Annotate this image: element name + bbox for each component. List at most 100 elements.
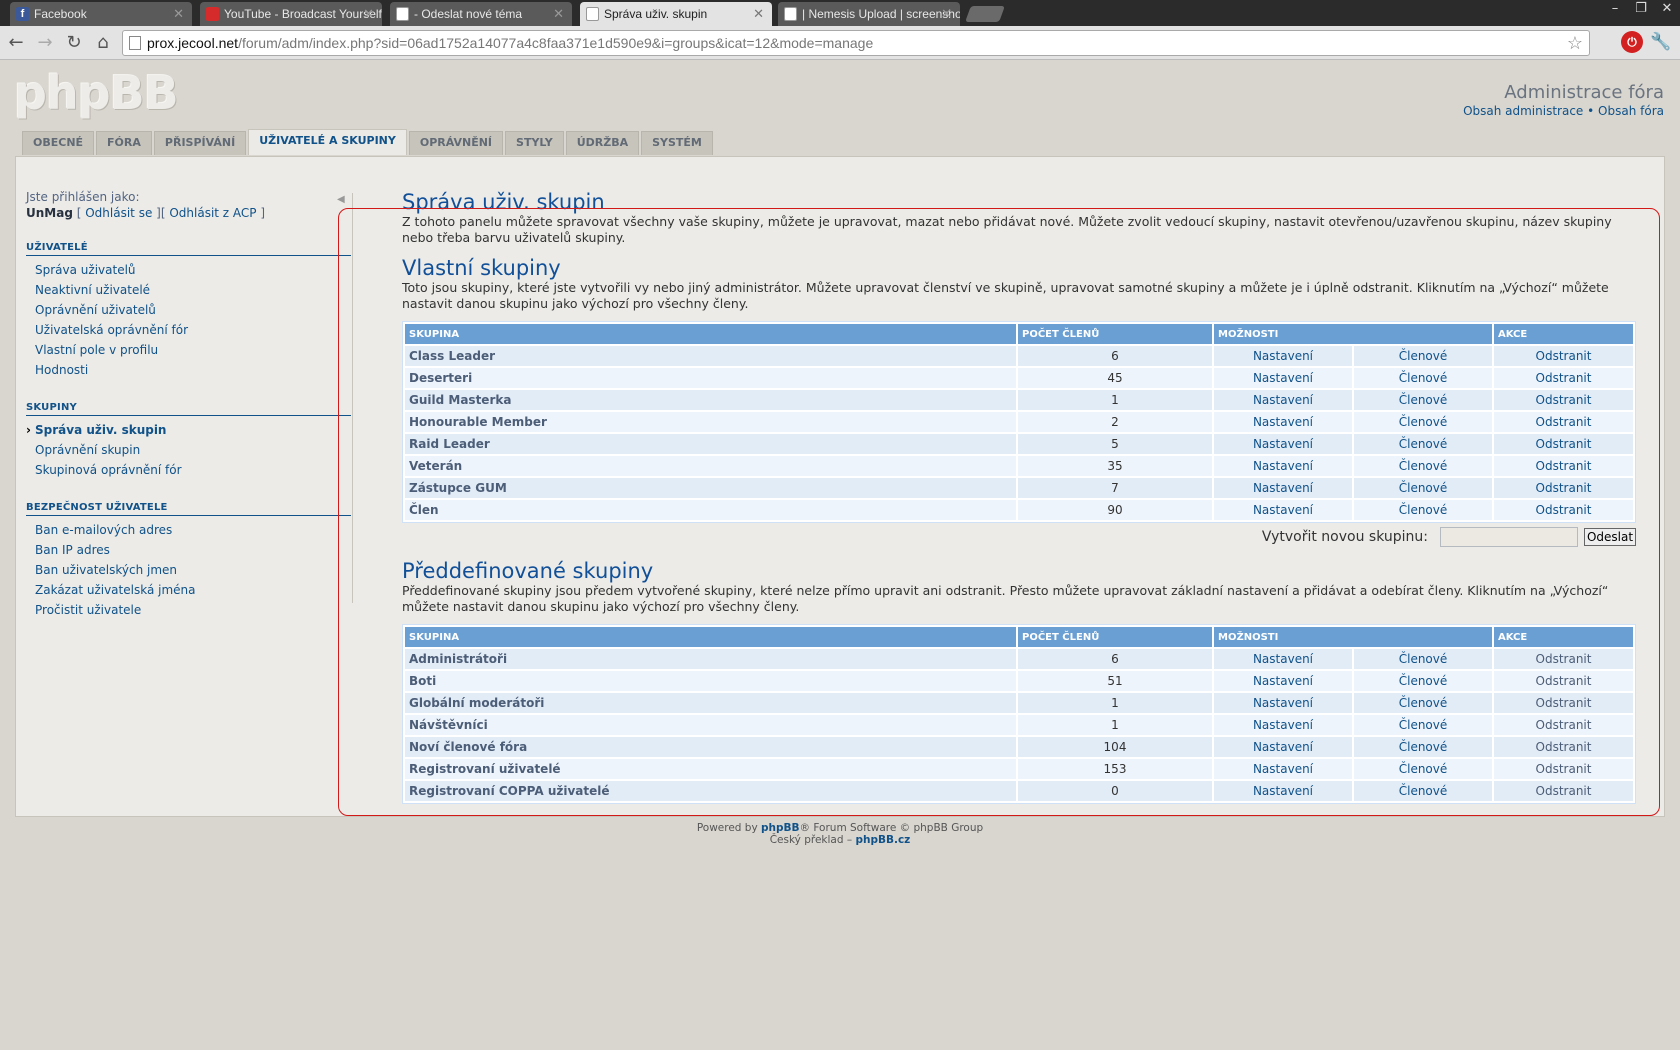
group-name[interactable]: Registrovaní COPPA uživatelé [405, 781, 1016, 801]
close-window-icon[interactable]: ✕ [1654, 0, 1680, 20]
members-link[interactable]: Členové [1354, 478, 1492, 498]
close-icon[interactable]: ✕ [753, 2, 764, 26]
group-name[interactable]: Class Leader [405, 346, 1016, 366]
tab-styles[interactable]: STYLY [505, 131, 564, 155]
phpbb-cz-link[interactable]: phpBB.cz [855, 834, 910, 846]
close-icon[interactable]: ✕ [173, 2, 184, 26]
group-name[interactable]: Zástupce GUM [405, 478, 1016, 498]
tab-forums[interactable]: FÓRA [96, 131, 152, 155]
wrench-icon[interactable]: 🔧 [1650, 32, 1671, 52]
delete-link[interactable]: Odstranit [1494, 500, 1633, 520]
restore-icon[interactable]: ❐ [1628, 0, 1654, 20]
home-icon[interactable]: ⌂ [92, 32, 114, 54]
sidebar-item-ban-emails[interactable]: Ban e-mailových adres [26, 520, 351, 540]
group-name[interactable]: Člen [405, 500, 1016, 520]
group-name[interactable]: Guild Masterka [405, 390, 1016, 410]
tab-permissions[interactable]: OPRÁVNĚNÍ [408, 131, 504, 155]
collapse-sidebar-icon[interactable]: ◀ [337, 194, 345, 205]
browser-tab-youtube[interactable]: YouTube - Broadcast Yourself ✕ [200, 2, 382, 26]
sidebar-item-inactive-users[interactable]: Neaktivní uživatelé [26, 280, 351, 300]
delete-link[interactable]: Odstranit [1494, 456, 1633, 476]
group-name[interactable]: Noví členové fóra [405, 737, 1016, 757]
settings-link[interactable]: Nastavení [1214, 737, 1352, 757]
group-name[interactable]: Deserteri [405, 368, 1016, 388]
settings-link[interactable]: Nastavení [1214, 478, 1352, 498]
members-link[interactable]: Členové [1354, 759, 1492, 779]
members-link[interactable]: Členové [1354, 671, 1492, 691]
settings-link[interactable]: Nastavení [1214, 759, 1352, 779]
settings-link[interactable]: Nastavení [1214, 715, 1352, 735]
delete-link[interactable]: Odstranit [1494, 346, 1633, 366]
sidebar-item-ranks[interactable]: Hodnosti [26, 360, 351, 380]
members-link[interactable]: Členové [1354, 500, 1492, 520]
sidebar-item-user-forum-permissions[interactable]: Uživatelská oprávnění fór [26, 320, 351, 340]
settings-link[interactable]: Nastavení [1214, 671, 1352, 691]
forward-icon[interactable]: → [34, 32, 56, 54]
members-link[interactable]: Členové [1354, 346, 1492, 366]
sidebar-item-manage-users[interactable]: Správa uživatelů [26, 260, 351, 280]
delete-link[interactable]: Odstranit [1494, 368, 1633, 388]
group-name[interactable]: Veterán [405, 456, 1016, 476]
logout-acp-link[interactable]: Odhlásit z ACP [169, 206, 256, 220]
logout-link[interactable]: Odhlásit se [85, 206, 152, 220]
settings-link[interactable]: Nastavení [1214, 412, 1352, 432]
forum-index-link[interactable]: Obsah fóra [1598, 104, 1664, 118]
browser-tab-active[interactable]: Správa uživ. skupin ✕ [580, 2, 772, 26]
close-icon[interactable]: ✕ [363, 2, 374, 26]
members-link[interactable]: Členové [1354, 715, 1492, 735]
group-name[interactable]: Raid Leader [405, 434, 1016, 454]
delete-link[interactable]: Odstranit [1494, 412, 1633, 432]
create-group-input[interactable] [1440, 527, 1578, 547]
extension-stop-icon[interactable]: ⏻ [1621, 31, 1643, 53]
members-link[interactable]: Členové [1354, 434, 1492, 454]
reload-icon[interactable]: ↻ [63, 32, 85, 54]
group-name[interactable]: Registrovaní uživatelé [405, 759, 1016, 779]
settings-link[interactable]: Nastavení [1214, 500, 1352, 520]
members-link[interactable]: Členové [1354, 737, 1492, 757]
tab-users-groups[interactable]: UŽIVATELÉ A SKUPINY [248, 129, 407, 155]
sidebar-item-disallow-usernames[interactable]: Zakázat uživatelská jména [26, 580, 351, 600]
delete-link[interactable]: Odstranit [1494, 434, 1633, 454]
sidebar-item-group-forum-permissions[interactable]: Skupinová oprávnění fór [26, 460, 351, 480]
browser-tab-new-topic[interactable]: - Odeslat nové téma ✕ [390, 2, 572, 26]
members-link[interactable]: Členové [1354, 456, 1492, 476]
browser-tab-facebook[interactable]: f Facebook ✕ [10, 2, 192, 26]
settings-link[interactable]: Nastavení [1214, 781, 1352, 801]
tab-posting[interactable]: PŘISPÍVÁNÍ [153, 131, 247, 155]
settings-link[interactable]: Nastavení [1214, 693, 1352, 713]
minimize-icon[interactable]: – [1602, 0, 1628, 20]
members-link[interactable]: Členové [1354, 368, 1492, 388]
settings-link[interactable]: Nastavení [1214, 434, 1352, 454]
members-link[interactable]: Členové [1354, 412, 1492, 432]
close-icon[interactable]: ✕ [941, 2, 952, 26]
sidebar-item-user-permissions[interactable]: Oprávnění uživatelů [26, 300, 351, 320]
group-name[interactable]: Návštěvníci [405, 715, 1016, 735]
sidebar-item-manage-groups[interactable]: Správa uživ. skupin [26, 420, 351, 440]
address-bar[interactable]: prox.jecool.net/forum/adm/index.php?sid=… [122, 30, 1590, 56]
new-tab-button[interactable] [965, 6, 1005, 22]
members-link[interactable]: Členové [1354, 390, 1492, 410]
sidebar-item-prune-users[interactable]: Pročistit uživatele [26, 600, 351, 620]
sidebar-item-group-permissions[interactable]: Oprávnění skupin [26, 440, 351, 460]
sidebar-item-profile-fields[interactable]: Vlastní pole v profilu [26, 340, 351, 360]
delete-link[interactable]: Odstranit [1494, 478, 1633, 498]
settings-link[interactable]: Nastavení [1214, 456, 1352, 476]
group-name[interactable]: Boti [405, 671, 1016, 691]
settings-link[interactable]: Nastavení [1214, 346, 1352, 366]
tab-maintenance[interactable]: ÚDRŽBA [565, 131, 640, 155]
group-name[interactable]: Globální moderátoři [405, 693, 1016, 713]
delete-link[interactable]: Odstranit [1494, 390, 1633, 410]
settings-link[interactable]: Nastavení [1214, 368, 1352, 388]
bookmark-star-icon[interactable]: ☆ [1567, 31, 1583, 55]
admin-index-link[interactable]: Obsah administrace [1463, 104, 1583, 118]
members-link[interactable]: Členové [1354, 649, 1492, 669]
members-link[interactable]: Členové [1354, 781, 1492, 801]
settings-link[interactable]: Nastavení [1214, 390, 1352, 410]
phpbb-link[interactable]: phpBB [761, 822, 800, 834]
sidebar-item-ban-ips[interactable]: Ban IP adres [26, 540, 351, 560]
browser-tab-upload[interactable]: | Nemesis Upload | screensho ✕ [778, 2, 960, 26]
members-link[interactable]: Členové [1354, 693, 1492, 713]
tab-system[interactable]: SYSTÉM [641, 131, 713, 155]
close-icon[interactable]: ✕ [553, 2, 564, 26]
group-name[interactable]: Honourable Member [405, 412, 1016, 432]
